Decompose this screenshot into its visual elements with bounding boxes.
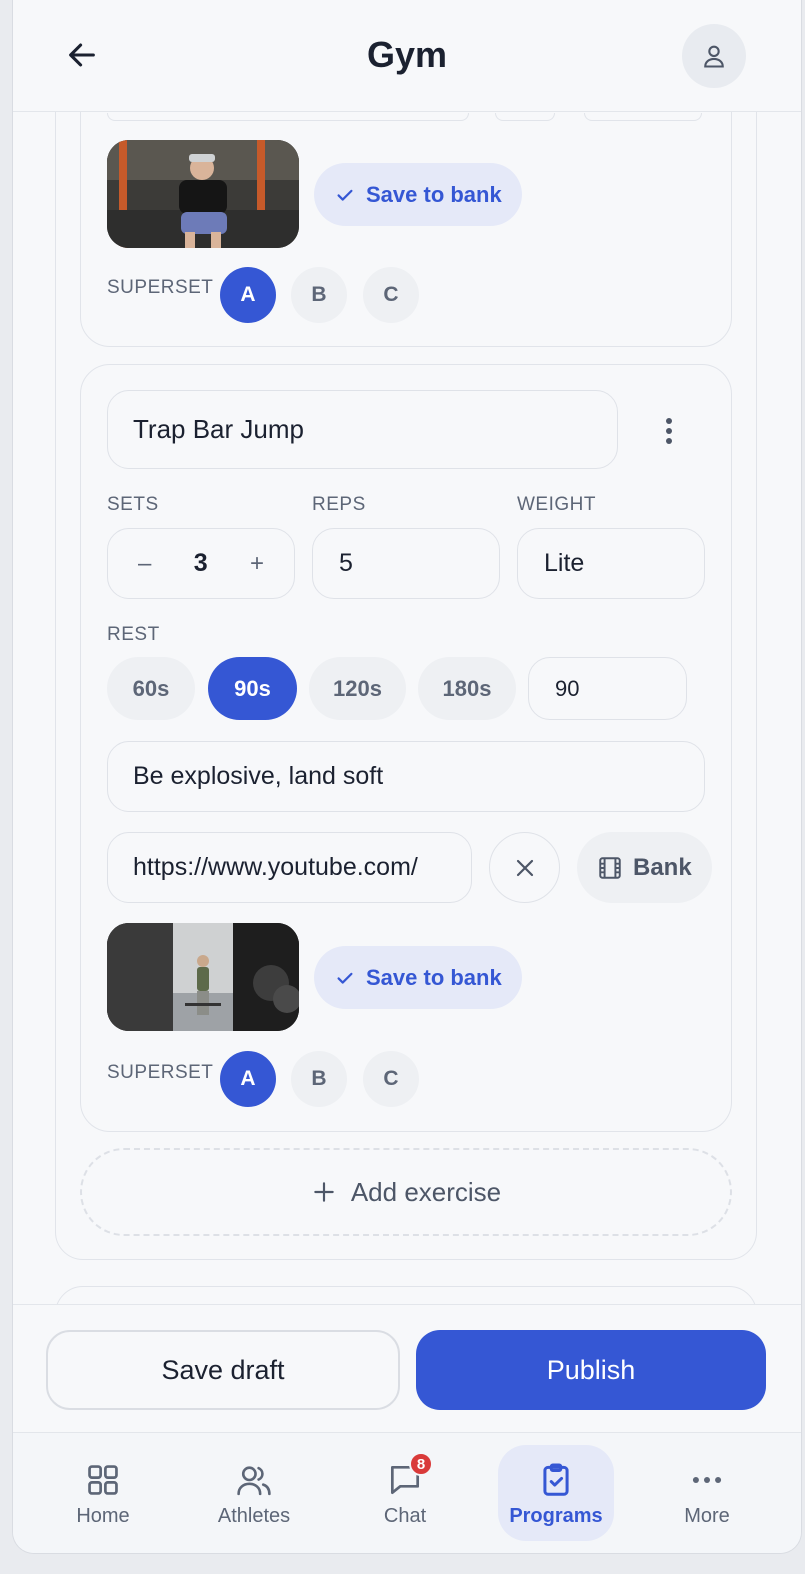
superset-option-c[interactable]: C: [363, 1051, 419, 1107]
superset-option-c[interactable]: C: [363, 267, 419, 323]
video-thumbnail-image: [107, 923, 299, 1031]
more-vertical-icon: [666, 418, 672, 444]
save-to-bank-label: Save to bank: [366, 964, 502, 990]
clipboard-check-icon: [543, 1463, 569, 1496]
rest-option-180s[interactable]: 180s: [418, 657, 516, 720]
rest-label: REST: [107, 624, 160, 645]
reps-label: REPS: [312, 494, 366, 515]
notes-input[interactable]: Be explosive, land soft: [107, 741, 705, 812]
publish-button[interactable]: Publish: [416, 1330, 766, 1410]
rest-option-90s[interactable]: 90s: [208, 657, 297, 720]
tab-programs-label: Programs: [509, 1505, 603, 1527]
exercise-name-input[interactable]: Trap Bar Jump: [107, 390, 618, 469]
close-icon: [516, 859, 533, 876]
film-icon: [599, 856, 621, 879]
bottom-tab-bar: Home Athletes 8 Chat Programs More: [13, 1432, 801, 1553]
exercise-card: Trap Bar Jump SETS REPS WEIGHT – 3 + 5 L…: [80, 364, 732, 1132]
weight-label: WEIGHT: [517, 494, 596, 515]
tab-athletes-label: Athletes: [217, 1505, 291, 1527]
sets-decrement-button[interactable]: –: [138, 550, 151, 578]
add-exercise-label: Add exercise: [350, 1176, 502, 1207]
tab-programs[interactable]: Programs: [498, 1445, 614, 1541]
weight-input[interactable]: Lite: [517, 528, 705, 599]
video-thumbnail-image: [107, 140, 299, 248]
users-icon: [237, 1466, 271, 1496]
exercise-menu-button[interactable]: [649, 411, 689, 451]
video-thumbnail[interactable]: [107, 923, 299, 1031]
superset-label: SUPERSET: [107, 277, 214, 298]
superset-option-a[interactable]: A: [220, 267, 276, 323]
save-to-bank-button[interactable]: Save to bank: [314, 163, 522, 226]
plus-icon: [314, 1182, 334, 1202]
exercise-field-stub: [107, 113, 469, 121]
check-icon: [337, 189, 353, 201]
video-thumbnail[interactable]: [107, 140, 299, 248]
sets-increment-button[interactable]: +: [250, 550, 264, 578]
exercise-field-stub: [584, 113, 702, 121]
superset-option-b[interactable]: B: [291, 1051, 347, 1107]
action-bar: Save draft Publish: [13, 1304, 801, 1432]
save-to-bank-button[interactable]: Save to bank: [314, 946, 522, 1009]
user-icon: [704, 45, 724, 68]
reps-input[interactable]: 5: [312, 528, 500, 599]
superset-option-b[interactable]: B: [291, 267, 347, 323]
next-day-card: [55, 1286, 757, 1304]
sets-label: SETS: [107, 494, 159, 515]
superset-label: SUPERSET: [107, 1062, 214, 1083]
chat-unread-badge: 8: [409, 1452, 433, 1476]
check-icon: [337, 972, 353, 984]
grid-icon: [88, 1465, 118, 1495]
clear-video-button[interactable]: [489, 832, 560, 903]
profile-button[interactable]: [682, 24, 746, 88]
rest-option-120s[interactable]: 120s: [309, 657, 406, 720]
tab-more[interactable]: More: [649, 1445, 765, 1541]
top-bar: Gym: [13, 0, 801, 112]
video-bank-button[interactable]: Bank: [577, 832, 712, 903]
tab-athletes[interactable]: Athletes: [196, 1445, 312, 1541]
tab-chat[interactable]: 8 Chat: [347, 1445, 463, 1541]
tab-home[interactable]: Home: [45, 1445, 161, 1541]
tab-more-label: More: [684, 1505, 730, 1527]
tab-chat-label: Chat: [383, 1505, 427, 1527]
more-dots-icon: [692, 1476, 722, 1484]
rest-custom-input[interactable]: 90: [528, 657, 687, 720]
save-to-bank-label: Save to bank: [366, 181, 502, 207]
add-exercise-button[interactable]: Add exercise: [80, 1148, 732, 1236]
video-url-input[interactable]: https://www.youtube.com/: [107, 832, 472, 903]
sets-stepper: – 3 +: [107, 528, 295, 599]
exercise-field-stub: [495, 113, 555, 121]
exercise-card: Save to bank SUPERSET A B C: [80, 112, 732, 347]
rest-option-60s[interactable]: 60s: [107, 657, 195, 720]
save-draft-button[interactable]: Save draft: [46, 1330, 400, 1410]
sets-value: 3: [193, 549, 208, 577]
app-screen: Gym Save to bank SUPERSET A B C Trap Bar…: [12, 0, 802, 1554]
video-bank-label: Bank: [633, 853, 692, 881]
superset-option-a[interactable]: A: [220, 1051, 276, 1107]
program-editor[interactable]: Save to bank SUPERSET A B C Trap Bar Jum…: [13, 112, 801, 1304]
tab-home-label: Home: [76, 1505, 130, 1527]
